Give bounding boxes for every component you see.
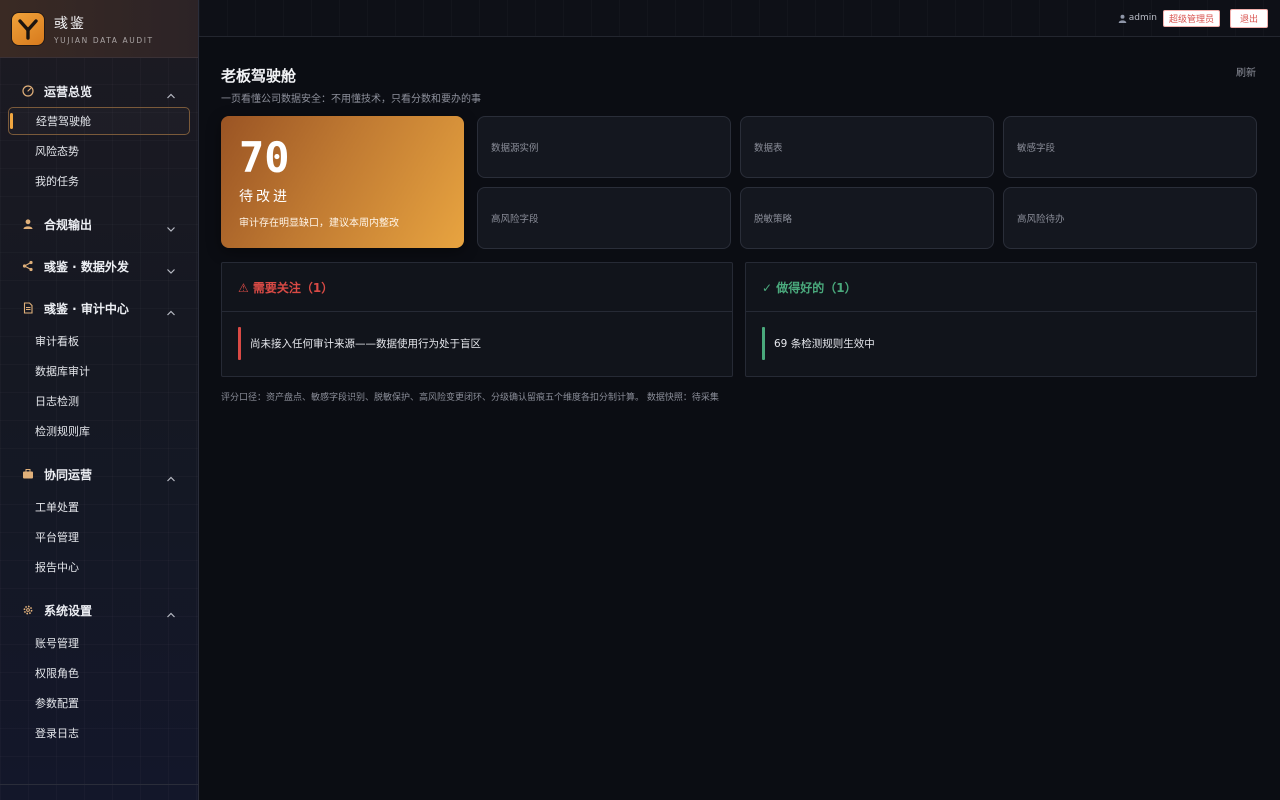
attention-panel: ⚠ 需要关注（1） 尚未接入任何审计来源——数据使用行为处于盲区 — [221, 262, 733, 377]
stat-label: 敏感字段 — [1017, 143, 1056, 154]
attention-panel-title: ⚠ 需要关注（1） — [222, 263, 732, 312]
page-subtitle: 一页看懂公司数据安全：不用懂技术，只看分数和要办的事 — [221, 94, 481, 105]
nav-item-risk-posture[interactable]: 风险态势 — [8, 137, 190, 165]
stat-label: 高风险待办 — [1017, 214, 1065, 225]
stat-card-tables[interactable]: 数据表 — [740, 116, 994, 178]
nav-group-compliance[interactable]: 合规输出 — [0, 209, 198, 239]
nav-group-data-outbound[interactable]: 彧鉴 · 数据外发 — [0, 251, 198, 281]
chevron-up-icon — [166, 303, 176, 316]
nav-item-db-audit[interactable]: 数据库审计 — [8, 357, 190, 385]
current-user[interactable]: admin — [1118, 13, 1157, 23]
sidebar: 彧鉴 YUJIAN DATA AUDIT 运营总览 经营驾驶舱 风险态势 我的任… — [0, 0, 199, 800]
main-content: 老板驾驶舱 一页看懂公司数据安全：不用懂技术，只看分数和要办的事 刷新 70 待… — [199, 37, 1280, 800]
good-panel-title: ✓ 做得好的（1） — [746, 263, 1256, 312]
brand-header[interactable]: 彧鉴 YUJIAN DATA AUDIT — [0, 0, 198, 58]
topbar: admin 超级管理员 退出 — [199, 0, 1280, 37]
nav-group-system-settings[interactable]: 系统设置 — [0, 595, 198, 625]
nav-item-report-center[interactable]: 报告中心 — [8, 553, 190, 581]
nav-group-label: 合规输出 — [44, 217, 93, 232]
scoring-note: 评分口径：资产盘点、敏感字段识别、脱敏保护、高风险变更闭环、分级确认留痕五个维度… — [221, 393, 719, 403]
chevron-down-icon — [166, 261, 176, 274]
stat-label: 数据表 — [754, 143, 783, 154]
nav-group-label: 彧鉴 · 数据外发 — [44, 259, 129, 274]
nav-item-audit-board[interactable]: 审计看板 — [8, 327, 190, 355]
refresh-button[interactable]: 刷新 — [1236, 64, 1256, 79]
stat-label: 数据源实例 — [491, 143, 539, 154]
stat-label: 高风险字段 — [491, 214, 539, 225]
nav-item-work-orders[interactable]: 工单处置 — [8, 493, 190, 521]
gauge-icon — [22, 85, 34, 97]
nav-item-accounts[interactable]: 账号管理 — [8, 629, 190, 657]
attention-item[interactable]: 尚未接入任何审计来源——数据使用行为处于盲区 — [238, 327, 716, 360]
nav-item-log-detection[interactable]: 日志检测 — [8, 387, 190, 415]
brand-subtitle: YUJIAN DATA AUDIT — [54, 35, 154, 45]
briefcase-icon — [22, 468, 34, 480]
nav-group-overview[interactable]: 运营总览 — [0, 76, 198, 106]
nav-item-params[interactable]: 参数配置 — [8, 689, 190, 717]
chevron-down-icon — [166, 219, 176, 232]
good-panel: ✓ 做得好的（1） 69 条检测规则生效中 — [745, 262, 1257, 377]
score-card: 70 待改进 审计存在明显缺口，建议本周内整改 — [221, 116, 464, 248]
stat-label: 脱敏策略 — [754, 214, 793, 225]
stat-card-masking-policies[interactable]: 脱敏策略 — [740, 187, 994, 249]
nav-item-roles[interactable]: 权限角色 — [8, 659, 190, 687]
score-level: 待改进 — [239, 189, 290, 205]
user-icon — [22, 218, 34, 230]
chevron-up-icon — [166, 86, 176, 99]
document-icon — [22, 302, 34, 314]
logout-button[interactable]: 退出 — [1229, 8, 1268, 28]
page-title: 老板驾驶舱 — [221, 67, 297, 85]
chevron-up-icon — [166, 469, 176, 482]
stat-card-high-risk-fields[interactable]: 高风险字段 — [477, 187, 731, 249]
nav-group-label: 运营总览 — [44, 84, 93, 99]
role-badge: 超级管理员 — [1162, 9, 1220, 27]
sidebar-footer — [0, 784, 198, 800]
gear-icon — [22, 604, 34, 616]
good-item[interactable]: 69 条检测规则生效中 — [762, 327, 1240, 360]
sidebar-nav: 运营总览 经营驾驶舱 风险态势 我的任务 合规输出 彧鉴 · 数据外发 彧鉴 ·… — [0, 58, 198, 747]
stat-card-high-risk-todos[interactable]: 高风险待办 — [1003, 187, 1257, 249]
username: admin — [1128, 13, 1157, 23]
nav-group-label: 彧鉴 · 审计中心 — [44, 301, 129, 316]
stat-card-sensitive-fields[interactable]: 敏感字段 — [1003, 116, 1257, 178]
nav-group-label: 系统设置 — [44, 603, 93, 618]
share-icon — [22, 260, 34, 272]
stat-card-datasource[interactable]: 数据源实例 — [477, 116, 731, 178]
nav-item-rule-library[interactable]: 检测规则库 — [8, 417, 190, 445]
nav-group-label: 协同运营 — [44, 467, 93, 482]
brand-name: 彧鉴 — [54, 15, 86, 32]
user-icon — [1118, 14, 1127, 23]
nav-group-collab-ops[interactable]: 协同运营 — [0, 459, 198, 489]
nav-group-audit-center[interactable]: 彧鉴 · 审计中心 — [0, 293, 198, 323]
logo-icon — [12, 12, 44, 45]
nav-item-login-log[interactable]: 登录日志 — [8, 719, 190, 747]
nav-item-my-tasks[interactable]: 我的任务 — [8, 167, 190, 195]
score-description: 审计存在明显缺口，建议本周内整改 — [239, 218, 399, 229]
chevron-up-icon — [166, 605, 176, 618]
score-value: 70 — [239, 133, 290, 182]
nav-item-boss-cockpit[interactable]: 经营驾驶舱 — [8, 107, 190, 135]
nav-item-platform-mgmt[interactable]: 平台管理 — [8, 523, 190, 551]
